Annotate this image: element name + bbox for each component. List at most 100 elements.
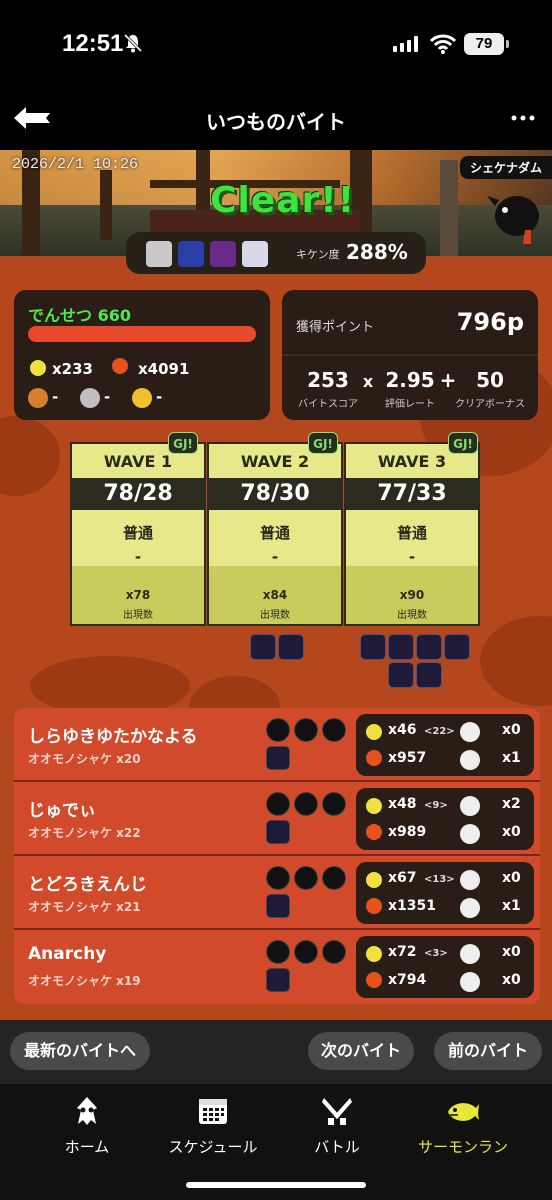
weapon-icon [266, 940, 290, 964]
plus-sign: + [439, 368, 457, 392]
points-label: 獲得ポイント [296, 320, 375, 335]
rescue-count: x0 [502, 722, 521, 738]
special-weapon-icon [388, 634, 414, 660]
wave-quota-label: 出現数 [397, 610, 427, 621]
rescued-icon [460, 824, 480, 844]
bg-blob [30, 656, 190, 716]
tab-home[interactable]: ホーム [22, 1096, 152, 1157]
special-weapon-icon [266, 968, 290, 992]
golden-egg-count: x48 [388, 796, 417, 812]
rescue-icon [460, 796, 480, 816]
good-job-badge: GJ! [168, 432, 198, 454]
golden-egg-icon [28, 358, 48, 378]
points-value: 796p [456, 308, 524, 336]
weapon-icon [322, 718, 346, 742]
wave-event: - [408, 548, 416, 566]
power-egg-count: x989 [388, 824, 427, 840]
wifi-icon [430, 34, 456, 54]
silver-scale-count: - [104, 388, 111, 406]
tab-salmon-run[interactable]: サーモンラン [398, 1096, 528, 1157]
weapon-icon [266, 866, 290, 890]
tab-label: スケジュール [168, 1138, 258, 1156]
golden-egg-count: x46 [388, 722, 417, 738]
result-datetime: 2026/2/1 10:26 [12, 156, 139, 173]
golden-egg-count: x72 [388, 944, 417, 960]
golden-egg-assist: <3> [424, 948, 448, 959]
salmon-icon [448, 1103, 479, 1121]
tab-label: ホーム [64, 1138, 110, 1156]
wave-quota: x90 [399, 588, 425, 602]
squid-icon [77, 1097, 97, 1125]
wave-score: 77/33 [346, 478, 478, 510]
weapon-icon [294, 792, 318, 816]
power-egg-icon [110, 356, 130, 376]
clear-bonus-label: クリアボーナス [455, 399, 525, 410]
wave-score: 78/28 [72, 478, 204, 510]
pay-grade-rate: 2.95 [385, 368, 435, 392]
player-stats: x48 <9> x2 x989 x0 [356, 788, 534, 850]
player-name: Anarchy [28, 944, 107, 964]
wave-score: 78/30 [209, 478, 341, 510]
points-divider [282, 354, 538, 356]
rescued-icon [460, 898, 480, 918]
rank-panel: でんせつ 660 x233 x4091 - - - [14, 290, 270, 420]
golden-egg-assist: <22> [424, 726, 455, 737]
special-weapon-icon [416, 634, 442, 660]
signal-icon [393, 36, 418, 52]
supplied-weapons-bar: キケン度 288% [126, 232, 426, 274]
golden-egg-icon [364, 722, 384, 742]
special-weapon-icon [444, 634, 470, 660]
weapon-icon [294, 718, 318, 742]
special-weapon-icon [278, 634, 304, 660]
app-header: いつものバイト [0, 92, 552, 150]
wave-event: - [134, 548, 142, 566]
wave-quota-label: 出現数 [123, 610, 153, 621]
boss-salmonid-icon [487, 196, 539, 244]
player-row[interactable]: じゅでぃ オオモノシャケ x22 x48 <9> x2 x989 x0 [14, 782, 540, 856]
status-time: 12:51 [62, 30, 124, 57]
golden-egg-assist: <9> [424, 800, 448, 811]
weapon-icon [322, 866, 346, 890]
player-name: じゅでぃ [28, 801, 96, 821]
stage-name-tag: シェケナダム [459, 156, 552, 179]
crossed-weapons-icon [322, 1098, 352, 1125]
player-stats: x46 <22> x0 x957 x1 [356, 714, 534, 776]
rescued-icon [460, 972, 480, 992]
rescued-count: x1 [502, 898, 521, 914]
latest-job-button[interactable]: 最新のバイトへ [10, 1032, 150, 1070]
tab-label: サーモンラン [417, 1138, 508, 1156]
tab-battle[interactable]: バトル [272, 1096, 402, 1157]
tab-schedule[interactable]: スケジュール [148, 1096, 278, 1157]
gold-scale-count: - [156, 388, 163, 406]
next-job-button[interactable]: 次のバイト [308, 1032, 414, 1070]
player-row[interactable]: とどろきえんじ オオモノシャケ x21 x67 <13> x0 x1351 x1 [14, 856, 540, 930]
power-egg-count: x4091 [138, 360, 190, 378]
silver-scale-icon [80, 388, 100, 408]
player-name: とどろきえんじ [28, 875, 147, 895]
weapon-icon [178, 241, 204, 267]
home-indicator [186, 1182, 366, 1188]
rescue-icon [460, 944, 480, 964]
player-results: しらゆきゆたかなよる オオモノシャケ x20 x46 <22> x0 x957 … [14, 708, 540, 1004]
weapon-icon [266, 792, 290, 816]
rescued-count: x0 [502, 824, 521, 840]
wave-tide: 普通 [122, 524, 153, 542]
player-row[interactable]: Anarchy オオモノシャケ x19 x72 <3> x0 x794 x0 [14, 930, 540, 1004]
power-egg-count: x1351 [388, 898, 436, 914]
weapon-icon [294, 940, 318, 964]
player-row[interactable]: しらゆきゆたかなよる オオモノシャケ x20 x46 <22> x0 x957 … [14, 708, 540, 782]
wave-event: - [271, 548, 279, 566]
more-icon[interactable] [508, 106, 538, 130]
power-egg-count: x957 [388, 750, 427, 766]
rescued-icon [460, 750, 480, 770]
wave-card-1: WAVE 1 78/28 普通 - x78 出現数 [70, 442, 206, 626]
weapon-icon [322, 940, 346, 964]
special-weapon-icon [360, 634, 386, 660]
prev-job-button[interactable]: 前のバイト [434, 1032, 542, 1070]
rescue-count: x2 [502, 796, 521, 812]
job-score-label: バイトスコア [298, 399, 358, 410]
weapon-icon [294, 866, 318, 890]
bg-blob [480, 616, 552, 706]
battery-cap [506, 40, 509, 48]
result-nav-area: 最新のバイトへ 次のバイト 前のバイト [0, 1020, 552, 1084]
